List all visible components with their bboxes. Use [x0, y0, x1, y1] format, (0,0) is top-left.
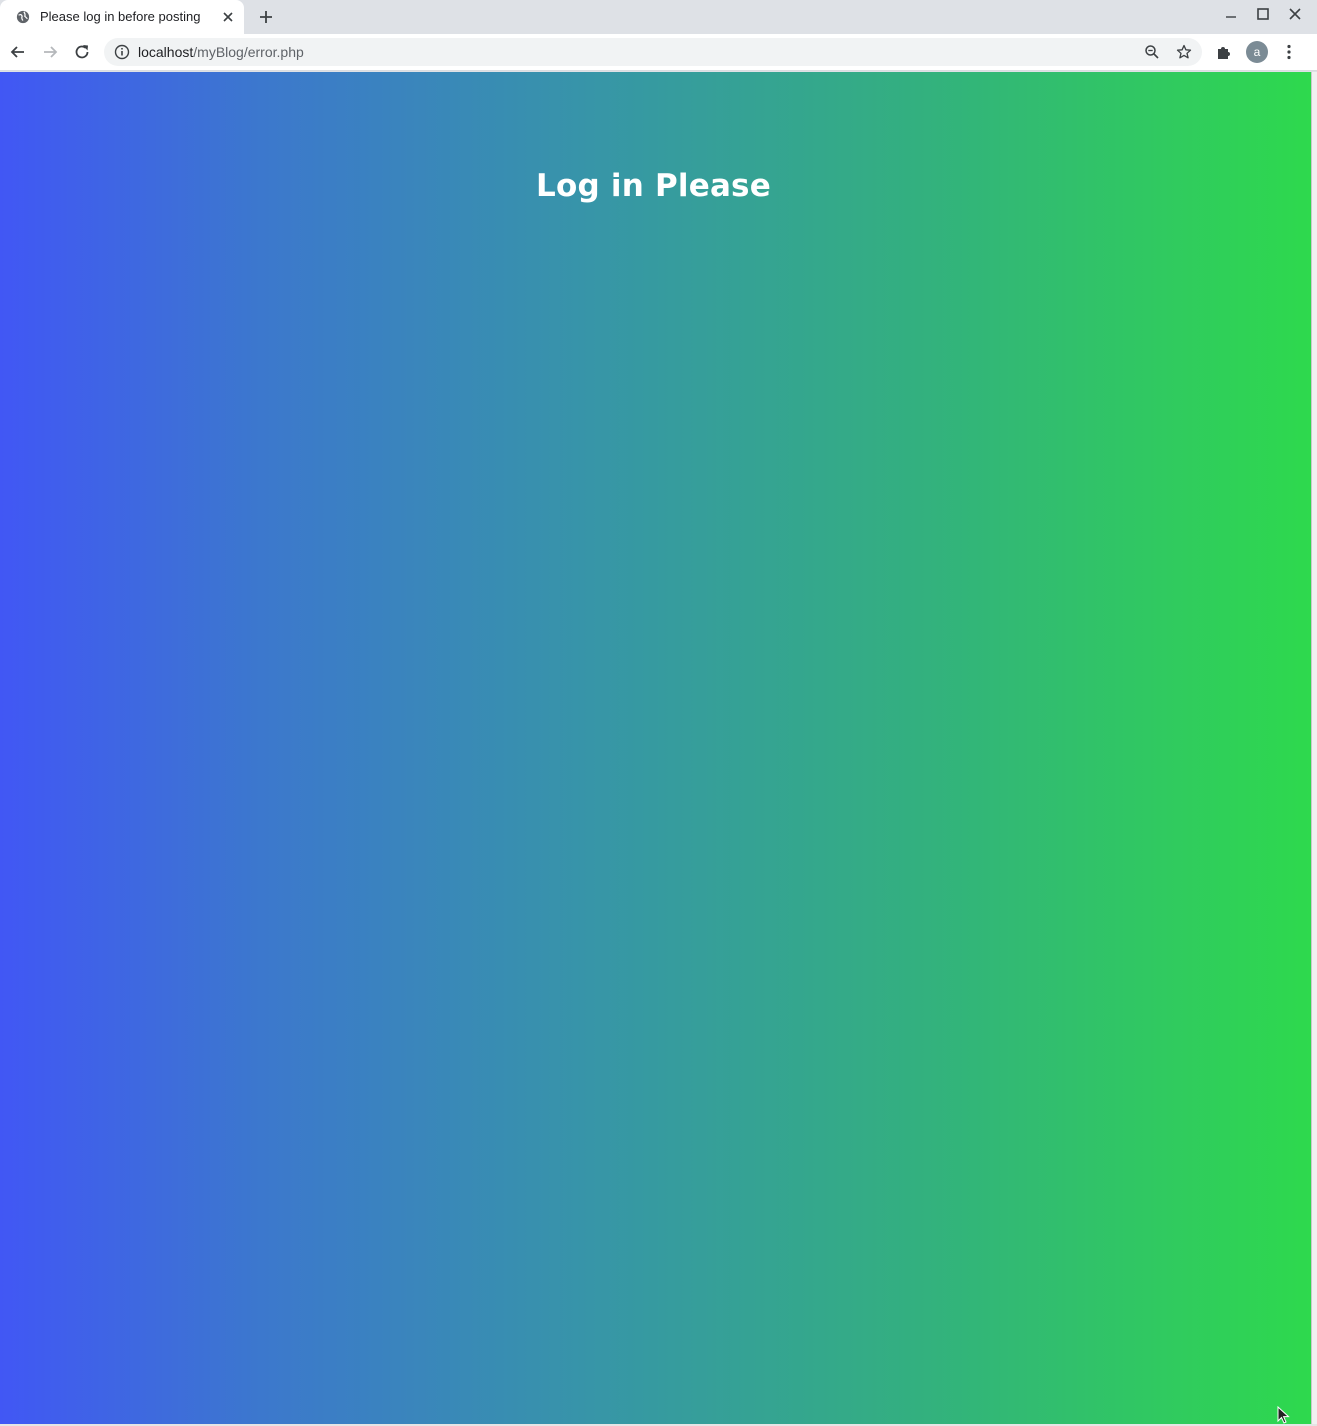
- globe-icon: [16, 10, 30, 24]
- extensions-puzzle-icon[interactable]: [1214, 42, 1234, 62]
- scrollbar[interactable]: [1311, 72, 1317, 1426]
- close-tab-icon[interactable]: [220, 9, 236, 25]
- zoom-icon[interactable]: [1144, 44, 1160, 60]
- bookmark-star-icon[interactable]: [1176, 44, 1192, 60]
- maximize-icon[interactable]: [1255, 6, 1271, 22]
- browser-window: Please log in before posting localhost/m…: [0, 0, 1317, 1426]
- back-arrow-icon[interactable]: [8, 42, 28, 62]
- forward-arrow-icon[interactable]: [40, 42, 60, 62]
- mouse-cursor-icon: [1277, 1406, 1290, 1424]
- url-text: localhost/myBlog/error.php: [138, 44, 304, 60]
- reload-icon[interactable]: [72, 42, 92, 62]
- tab-active[interactable]: Please log in before posting: [0, 0, 244, 34]
- menu-kebab-icon[interactable]: [1279, 42, 1299, 62]
- page-viewport: Log in Please: [0, 72, 1311, 1424]
- profile-avatar[interactable]: a: [1246, 41, 1268, 63]
- minimize-icon[interactable]: [1223, 6, 1239, 22]
- page-heading: Log in Please: [536, 168, 771, 204]
- tab-strip: Please log in before posting: [0, 0, 1317, 34]
- url-path: /myBlog/error.php: [193, 44, 304, 60]
- tab-title: Please log in before posting: [40, 9, 201, 24]
- browser-toolbar: localhost/myBlog/error.php a: [0, 34, 1317, 71]
- close-window-icon[interactable]: [1287, 6, 1303, 22]
- url-host: localhost: [138, 44, 194, 60]
- address-bar[interactable]: localhost/myBlog/error.php: [104, 38, 1202, 66]
- new-tab-icon[interactable]: [257, 8, 275, 26]
- info-icon[interactable]: [114, 44, 130, 60]
